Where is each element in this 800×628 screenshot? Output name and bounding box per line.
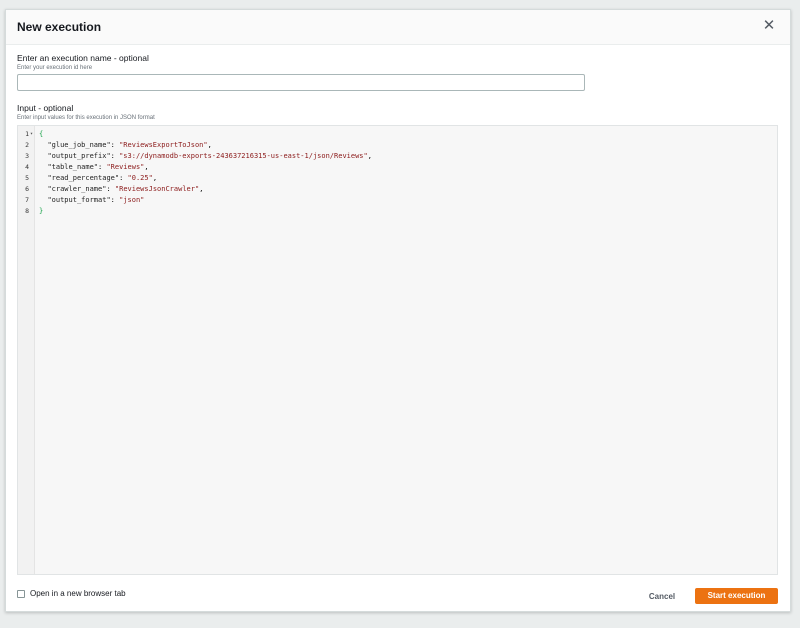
execution-name-label: Enter an execution name - optional	[17, 53, 149, 63]
code-line: "output_format": "json"	[39, 196, 144, 204]
dialog-header: New execution ✕	[6, 10, 790, 45]
json-value: "s3://dynamodb-exports-243637216315-us-e…	[119, 152, 368, 160]
json-trail: ,	[367, 152, 372, 160]
line-number: 3	[25, 152, 29, 160]
json-sep: :	[110, 196, 120, 204]
json-value: "json"	[119, 196, 145, 204]
line-number: 2	[25, 141, 29, 149]
json-key: "glue_job_name"	[47, 141, 111, 149]
json-value: "ReviewsJsonCrawler"	[114, 185, 200, 193]
json-key: "crawler_name"	[47, 185, 107, 193]
dialog-title: New execution	[17, 20, 102, 34]
execution-name-description: Enter your execution id here	[17, 65, 93, 71]
input-description: Enter input values for this execution in…	[17, 115, 155, 121]
line-number: 4	[25, 163, 29, 171]
new-tab-checkbox-label[interactable]: Open in a new browser tab	[30, 589, 126, 598]
code-line: "glue_job_name": "ReviewsExportToJson",	[39, 141, 212, 149]
json-key: "output_format"	[47, 196, 111, 204]
close-brace: }	[39, 207, 44, 215]
code-line: "table_name": "Reviews",	[39, 163, 149, 171]
json-trail: ,	[144, 163, 149, 171]
editor-gutter: 1 ▾ 2 3 4 5 6 7 8	[18, 126, 35, 574]
json-value: "0.25"	[127, 174, 153, 182]
input-label: Input - optional	[17, 103, 74, 113]
start-execution-button[interactable]: Start execution	[695, 588, 778, 604]
json-code-editor[interactable]: 1 ▾ 2 3 4 5 6 7 8 { "glue_job_name": "Re…	[17, 125, 778, 575]
open-brace: {	[39, 130, 44, 138]
json-trail: ,	[199, 185, 204, 193]
fold-arrow-icon[interactable]: ▾	[30, 131, 33, 137]
line-number: 1	[25, 130, 29, 138]
json-trail: ,	[207, 141, 212, 149]
code-line: }	[39, 207, 43, 215]
json-key: "output_prefix"	[47, 152, 111, 160]
json-value: "Reviews"	[106, 163, 145, 171]
line-number: 6	[25, 185, 29, 193]
json-key: "read_percentage"	[47, 174, 120, 182]
json-key: "table_name"	[47, 163, 99, 171]
code-line: "read_percentage": "0.25",	[39, 174, 157, 182]
json-sep: :	[106, 185, 115, 193]
code-line: "crawler_name": "ReviewsJsonCrawler",	[39, 185, 203, 193]
execution-name-input[interactable]	[17, 74, 585, 91]
close-icon[interactable]: ✕	[762, 18, 776, 34]
json-sep: :	[119, 174, 128, 182]
line-number: 5	[25, 174, 29, 182]
new-tab-checkbox[interactable]	[17, 590, 25, 598]
line-number: 8	[25, 207, 29, 215]
line-number: 7	[25, 196, 29, 204]
json-trail: ,	[152, 174, 158, 182]
code-line: {	[39, 130, 43, 138]
cancel-button[interactable]: Cancel	[636, 589, 688, 604]
json-sep: :	[110, 141, 120, 149]
code-line: "output_prefix": "s3://dynamodb-exports-…	[39, 152, 372, 160]
json-value: "ReviewsExportToJson"	[119, 141, 208, 149]
json-sep: :	[110, 152, 120, 160]
